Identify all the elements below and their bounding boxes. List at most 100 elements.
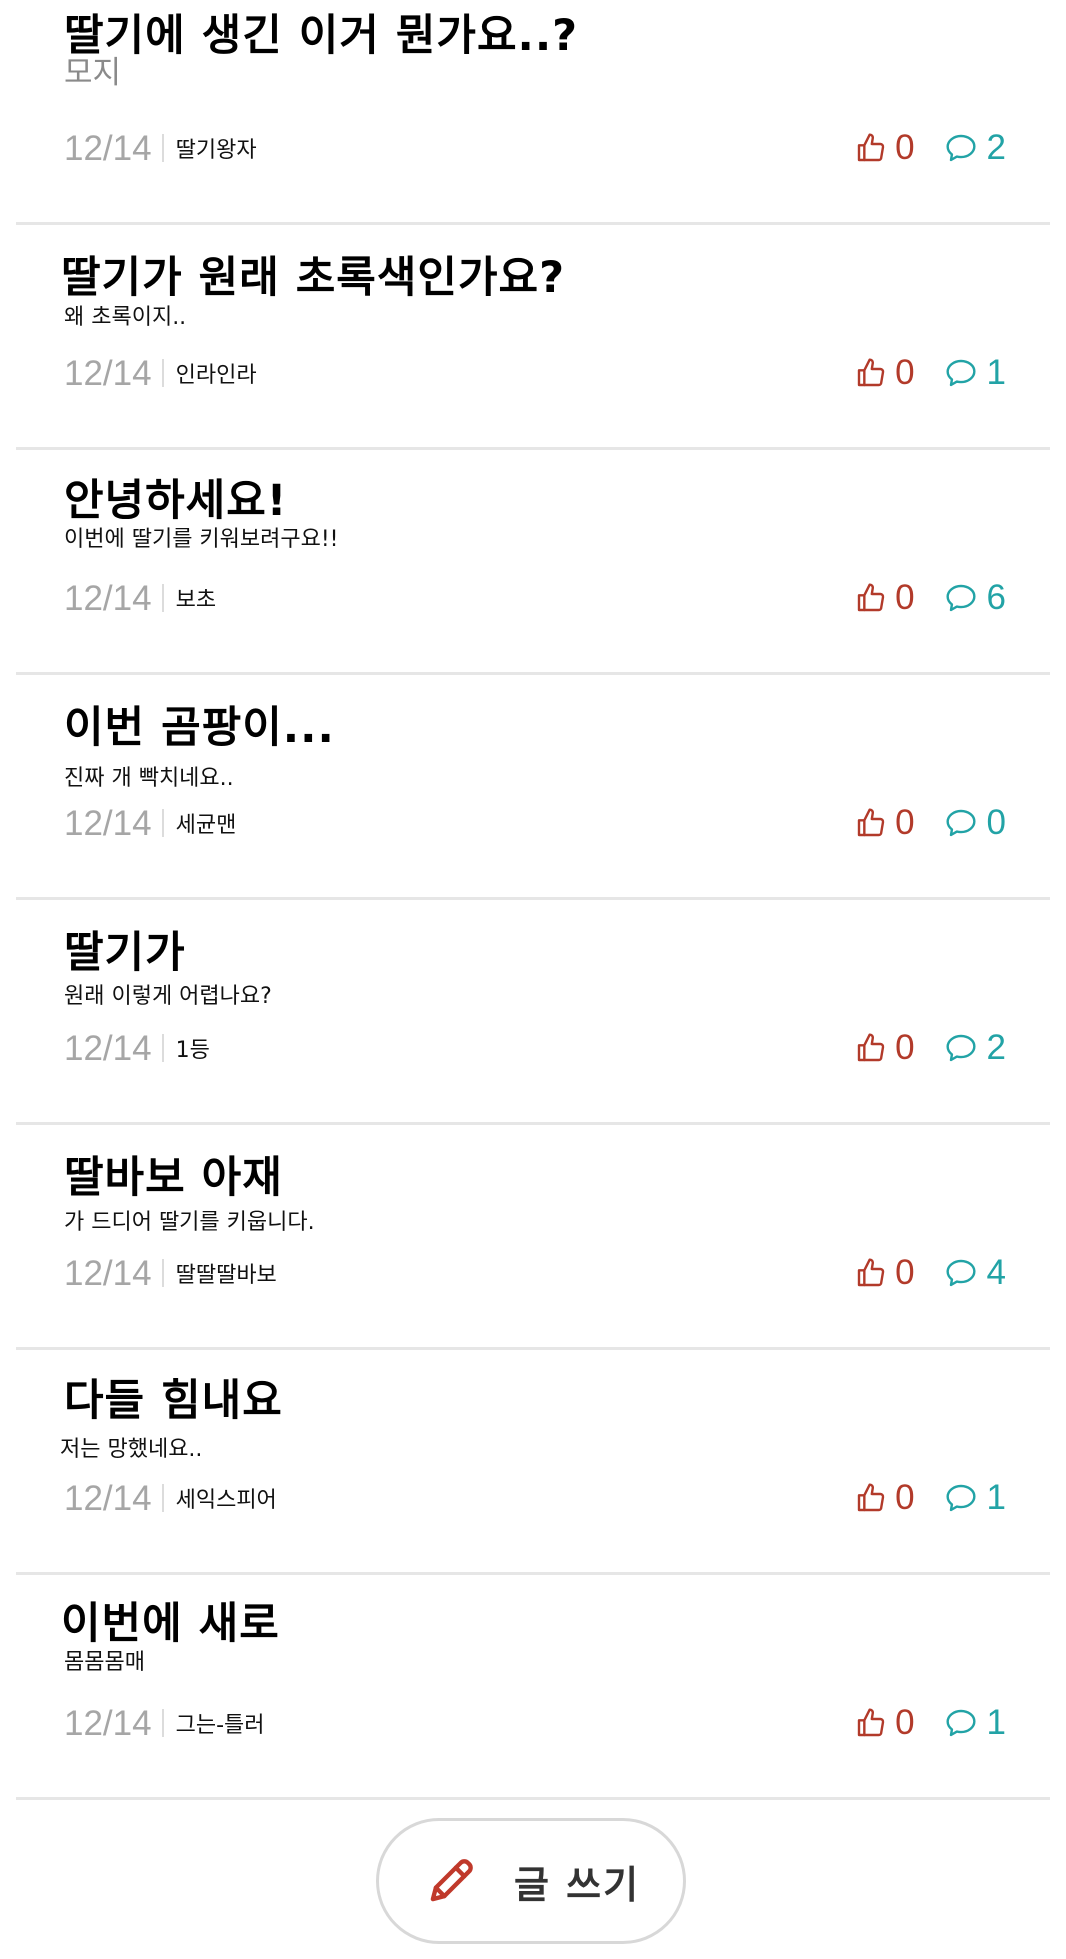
comment-button[interactable]: 1 (945, 1478, 1006, 1518)
comment-count: 1 (986, 1703, 1006, 1742)
speech-bubble-icon (945, 1484, 976, 1512)
list-item[interactable]: 이번에 새로 몸몸몸매 12/14 그는-틀러 0 1 (16, 1575, 1050, 1800)
speech-bubble-icon (945, 584, 976, 612)
speech-bubble-icon (945, 134, 976, 162)
comment-count: 1 (986, 1478, 1006, 1517)
speech-bubble-icon (945, 1034, 976, 1062)
like-button[interactable]: 0 (855, 1253, 915, 1293)
thumbs-up-icon (857, 358, 885, 387)
list-item[interactable]: 이번 곰팡이... 진짜 개 빡치네요.. 12/14 세균맨 0 0 (16, 675, 1050, 900)
comment-button[interactable]: 1 (945, 353, 1006, 393)
like-button[interactable]: 0 (855, 1478, 915, 1518)
post-body: 몸몸몸매 (64, 1650, 145, 1675)
thumbs-up-icon (857, 1258, 885, 1287)
write-post-button[interactable]: 글 쓰기 (376, 1818, 686, 1944)
post-body: 모지 (64, 55, 122, 91)
post-author: 딸딸딸바보 (175, 1263, 277, 1288)
list-item[interactable]: 다들 힘내요 저는 망했네요.. 12/14 세익스피어 0 1 (16, 1350, 1050, 1575)
post-date: 12/14 (64, 803, 152, 843)
meta-divider (161, 1484, 164, 1512)
like-count: 0 (895, 1703, 915, 1742)
comment-button[interactable]: 2 (945, 128, 1006, 168)
post-author: 세균맨 (175, 813, 237, 838)
post-body: 가 드디어 딸기를 키웁니다. (64, 1210, 315, 1235)
list-item[interactable]: 안녕하세요! 이번에 딸기를 키워보려구요!! 12/14 보초 0 6 (16, 450, 1050, 675)
post-title: 딸바보 아재 (64, 1153, 283, 1203)
post-body: 원래 이렇게 어렵나요? (64, 984, 272, 1009)
comment-button[interactable]: 6 (945, 578, 1006, 618)
post-date: 12/14 (64, 1028, 152, 1068)
post-date: 12/14 (64, 353, 152, 393)
post-body: 진짜 개 빡치네요.. (64, 766, 234, 791)
list-item[interactable]: 딸기에 생긴 이거 뭔가요..? 모지 12/14 딸기왕자 0 2 (16, 0, 1050, 225)
like-count: 0 (895, 803, 915, 842)
like-button[interactable]: 0 (855, 353, 915, 393)
like-count: 0 (895, 128, 915, 167)
speech-bubble-icon (945, 809, 976, 837)
post-stats: 0 2 (855, 126, 1006, 170)
post-author: 인라인라 (175, 363, 257, 388)
post-body: 왜 초록이지.. (64, 305, 187, 330)
thumbs-up-icon (857, 1483, 885, 1512)
meta-divider (161, 1259, 164, 1287)
list-item[interactable]: 딸기가 원래 초록색인가요? 왜 초록이지.. 12/14 인라인라 0 1 (16, 225, 1050, 450)
thumbs-up-icon (857, 808, 885, 837)
comment-count: 2 (986, 128, 1006, 167)
post-author: 보초 (175, 588, 217, 613)
meta-divider (161, 359, 164, 387)
post-date: 12/14 (64, 1703, 152, 1743)
post-title: 딸기가 (64, 928, 186, 978)
post-title: 딸기에 생긴 이거 뭔가요..? (64, 11, 579, 61)
post-stats: 0 2 (855, 1026, 1006, 1070)
like-count: 0 (895, 1028, 915, 1067)
post-list: 딸기에 생긴 이거 뭔가요..? 모지 12/14 딸기왕자 0 2 딸기가 원… (0, 0, 1066, 1800)
meta-divider (161, 1709, 164, 1737)
comment-button[interactable]: 1 (945, 1703, 1006, 1743)
thumbs-up-icon (857, 1708, 885, 1737)
post-date: 12/14 (64, 578, 152, 618)
comment-count: 1 (986, 353, 1006, 392)
comment-button[interactable]: 4 (945, 1253, 1006, 1293)
thumbs-up-icon (857, 583, 885, 612)
like-count: 0 (895, 353, 915, 392)
like-count: 0 (895, 1478, 915, 1517)
post-meta: 12/14 보초 (64, 578, 216, 618)
speech-bubble-icon (945, 359, 976, 387)
post-body: 저는 망했네요.. (60, 1437, 203, 1462)
like-button[interactable]: 0 (855, 1028, 915, 1068)
post-stats: 0 1 (855, 1476, 1006, 1520)
post-meta: 12/14 세균맨 (64, 803, 236, 843)
post-author: 1등 (175, 1038, 210, 1063)
like-button[interactable]: 0 (855, 803, 915, 843)
meta-divider (161, 134, 164, 162)
thumbs-up-icon (857, 133, 885, 162)
post-title: 딸기가 원래 초록색인가요? (61, 253, 566, 303)
thumbs-up-icon (857, 1033, 885, 1062)
like-button[interactable]: 0 (855, 128, 915, 168)
post-meta: 12/14 세익스피어 (64, 1478, 277, 1518)
comment-button[interactable]: 0 (945, 803, 1006, 843)
comment-count: 0 (986, 803, 1006, 842)
meta-divider (161, 1034, 164, 1062)
list-item[interactable]: 딸바보 아재 가 드디어 딸기를 키웁니다. 12/14 딸딸딸바보 0 4 (16, 1125, 1050, 1350)
like-button[interactable]: 0 (855, 578, 915, 618)
post-meta: 12/14 딸기왕자 (64, 128, 257, 168)
post-meta: 12/14 딸딸딸바보 (64, 1253, 277, 1293)
list-item[interactable]: 딸기가 원래 이렇게 어렵나요? 12/14 1등 0 2 (16, 900, 1050, 1125)
post-stats: 0 1 (855, 351, 1006, 395)
comment-count: 6 (986, 578, 1006, 617)
like-count: 0 (895, 578, 915, 617)
post-title: 이번 곰팡이... (64, 703, 335, 753)
post-title: 다들 힘내요 (64, 1376, 283, 1426)
post-date: 12/14 (64, 1478, 152, 1518)
like-button[interactable]: 0 (855, 1703, 915, 1743)
comment-count: 4 (986, 1253, 1006, 1292)
post-meta: 12/14 인라인라 (64, 353, 257, 393)
meta-divider (161, 809, 164, 837)
post-author: 세익스피어 (175, 1488, 277, 1513)
post-stats: 0 1 (855, 1701, 1006, 1745)
comment-button[interactable]: 2 (945, 1028, 1006, 1068)
like-count: 0 (895, 1253, 915, 1292)
pencil-icon (430, 1859, 473, 1902)
post-date: 12/14 (64, 128, 152, 168)
